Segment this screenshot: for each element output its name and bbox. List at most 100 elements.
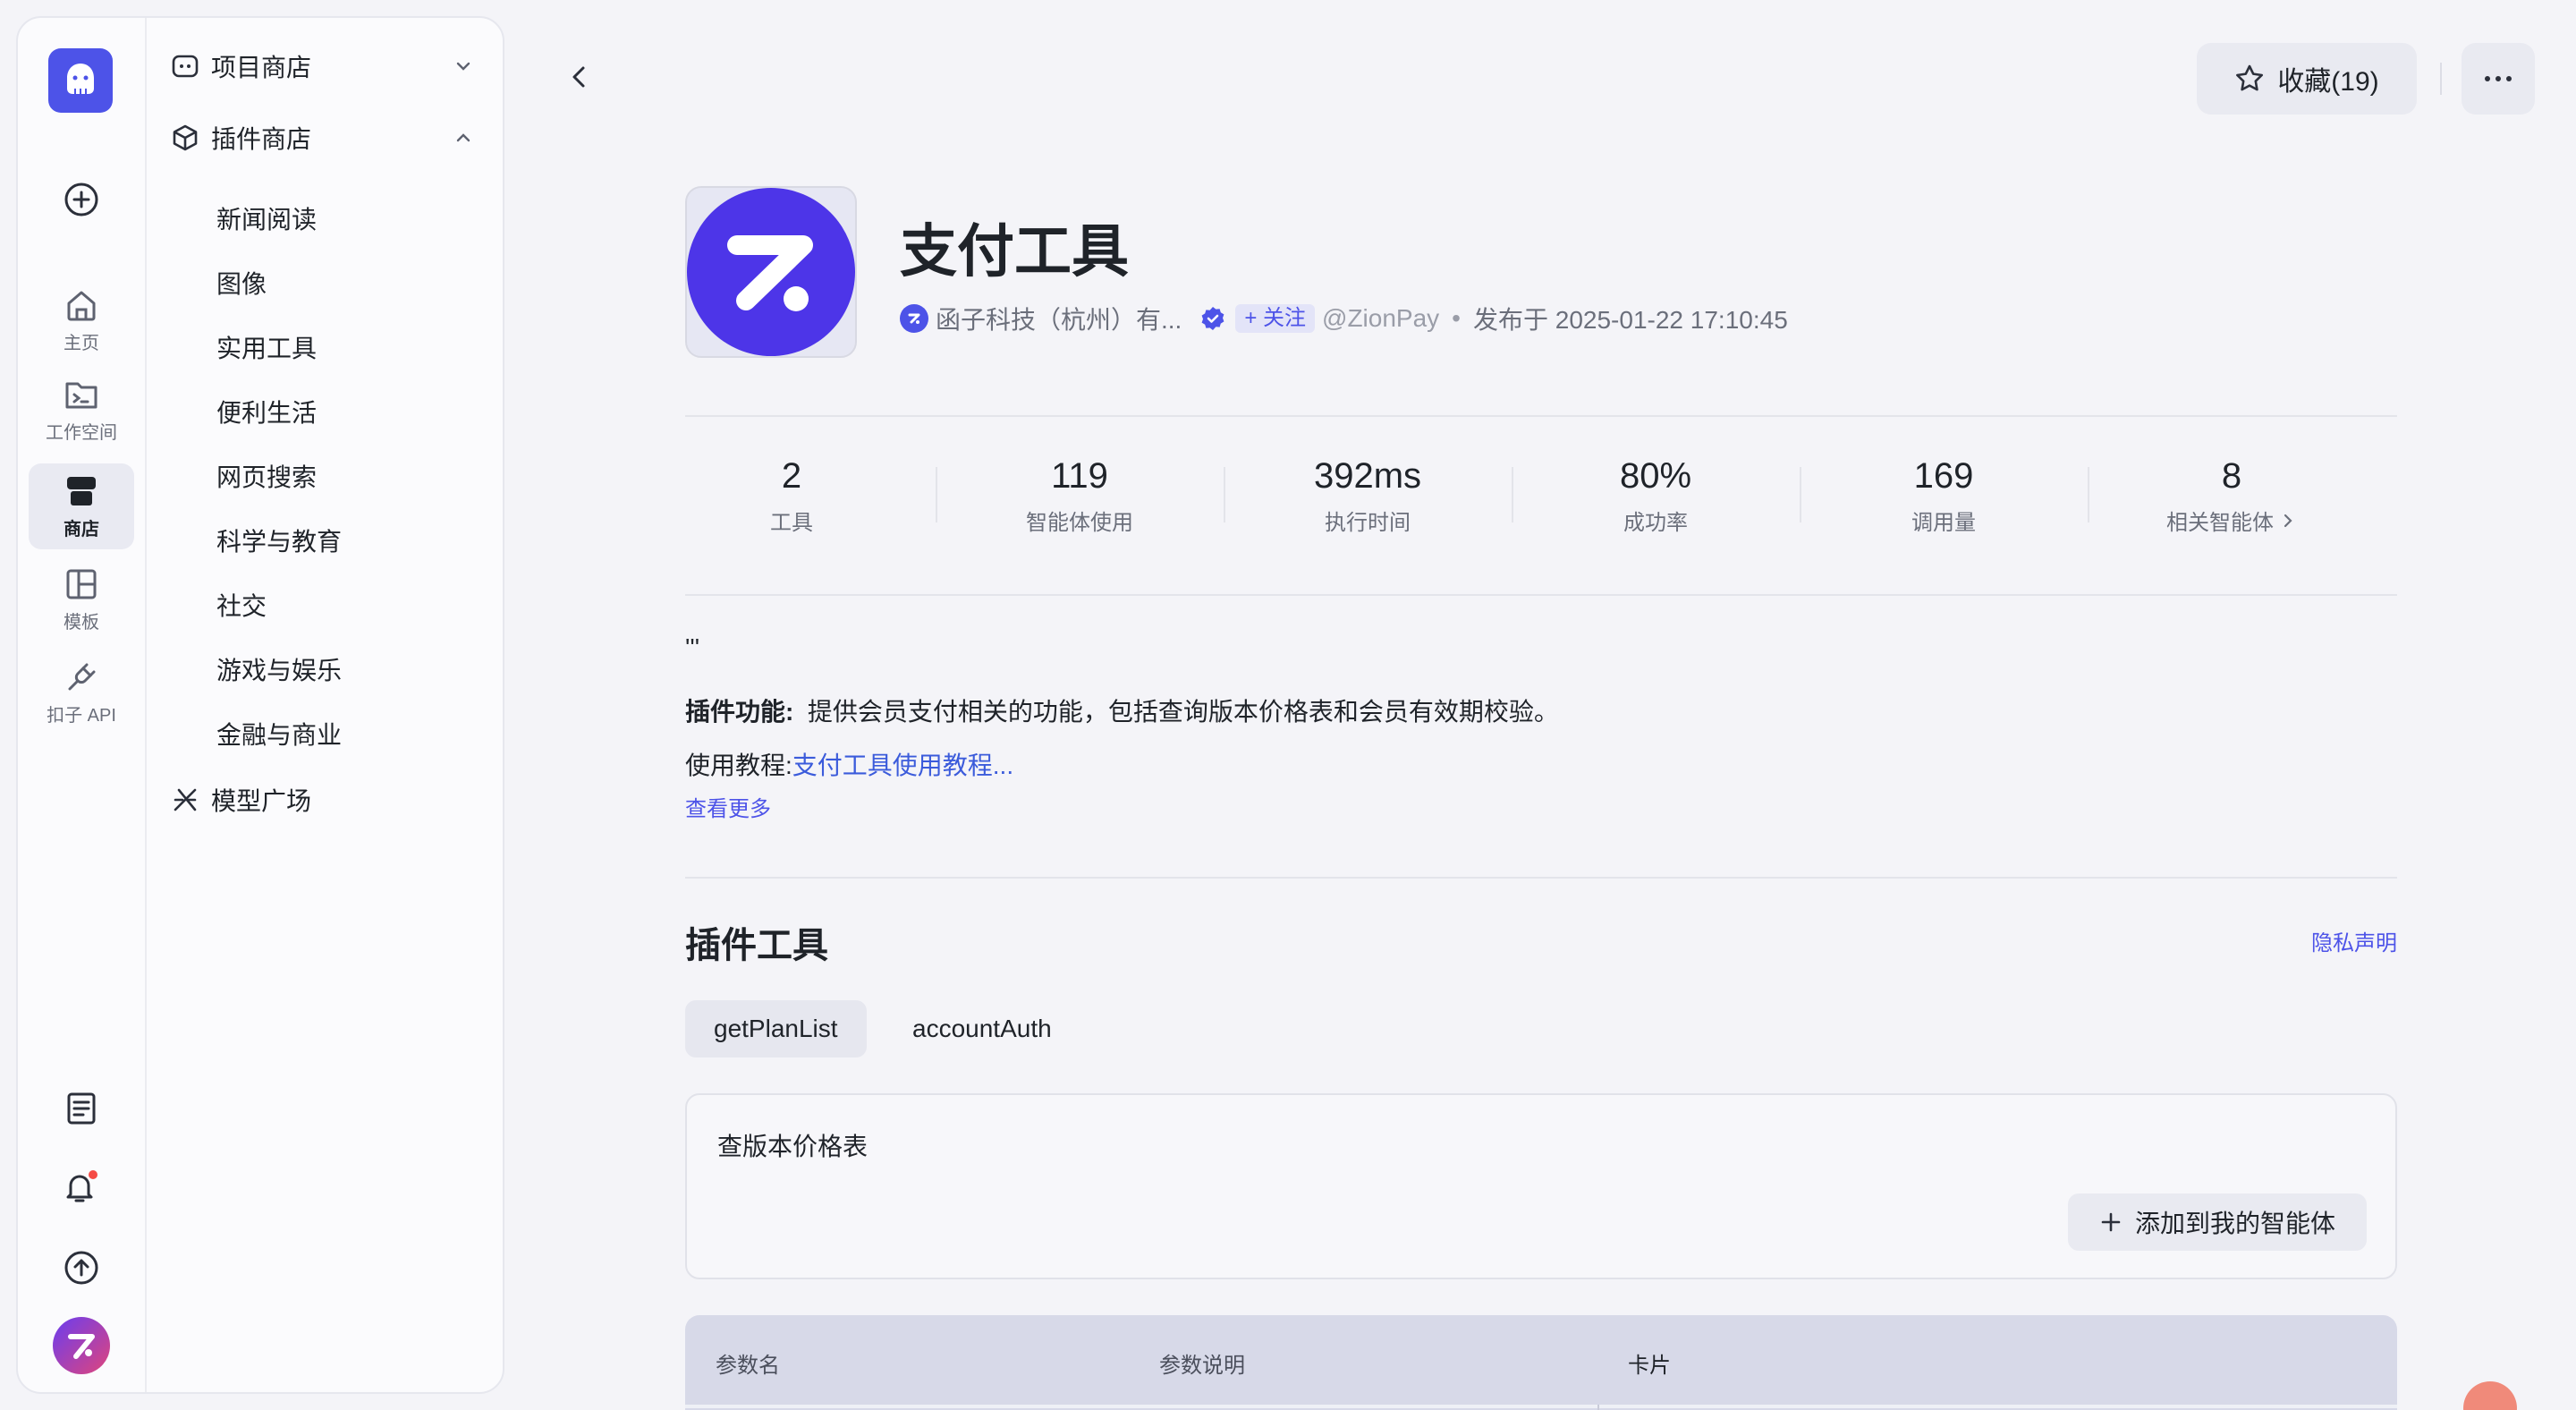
app-logo[interactable] [48, 48, 113, 113]
star-icon [2236, 64, 2264, 91]
rail-item-label: 主页 [64, 333, 99, 353]
stat-value: 392ms [1313, 456, 1422, 496]
column-header-param-desc: 参数说明 [1159, 1354, 1245, 1378]
plugin-icon [685, 186, 857, 358]
avatar-icon [53, 1317, 110, 1374]
divider [685, 877, 2397, 879]
workspace-icon [65, 382, 97, 408]
chevron-down-icon [456, 62, 470, 71]
nav-model-square[interactable]: 模型广场 [170, 778, 474, 821]
see-more-link[interactable]: 查看更多 [685, 791, 771, 822]
stat-call-count: 169 调用量 [1800, 453, 2088, 536]
plugin-title: 支付工具 [900, 219, 1129, 284]
assistant-bot-avatar[interactable] [2463, 1381, 2517, 1410]
rail-item-label: 工作空间 [46, 422, 117, 443]
tools-section-title: 插件工具 [685, 926, 828, 965]
icon-rail: 主页 工作空间 商店 模板 扣子 API [18, 18, 147, 1392]
nav-plugin-store[interactable]: 插件商店 [170, 116, 474, 159]
feature-line: 插件功能: 提供会员支付相关的功能，包括查询版本价格表和会员有效期校验。 [685, 692, 1559, 728]
stat-exec-time: 392ms 执行时间 [1224, 453, 1512, 536]
tutorial-line: 使用教程:支付工具使用教程... [685, 746, 1013, 782]
feature-text: 提供会员支付相关的功能，包括查询版本价格表和会员有效期校验。 [807, 698, 1559, 726]
notifications-button[interactable] [29, 1158, 134, 1217]
rail-item-template[interactable]: 模板 [29, 556, 134, 642]
create-button[interactable] [29, 170, 134, 229]
category-life[interactable]: 便利生活 [216, 395, 317, 431]
column-header-card: 卡片 [1628, 1354, 1671, 1378]
category-finance[interactable]: 金融与商业 [216, 718, 342, 753]
stat-tools: 2 工具 [648, 453, 936, 536]
stat-label: 成功率 [1623, 511, 1688, 535]
column-header-param-name: 参数名 [716, 1354, 780, 1378]
feature-label: 插件功能: [685, 698, 794, 726]
stat-value: 80% [1619, 456, 1692, 496]
plugin-meta: 函子科技（杭州）有... + 关注 @ZionPay • 发布于 2025-01… [900, 301, 1788, 336]
favorite-label: 收藏(19) [2277, 67, 2379, 97]
home-icon [67, 291, 96, 320]
category-games[interactable]: 游戏与娱乐 [216, 653, 342, 689]
zionpay-logo-icon [687, 188, 855, 356]
category-news[interactable]: 新闻阅读 [216, 202, 317, 238]
divider [685, 594, 2397, 596]
category-science[interactable]: 科学与教育 [216, 524, 342, 560]
rail-item-api[interactable]: 扣子 API [29, 650, 134, 735]
add-to-agent-button[interactable]: 添加到我的智能体 [2068, 1193, 2367, 1251]
plus-circle-icon [64, 183, 98, 217]
stat-value: 169 [1913, 456, 1974, 496]
bell-icon [66, 1170, 97, 1202]
table-row-divider [685, 1405, 2397, 1408]
upload-button[interactable] [29, 1238, 134, 1297]
chevron-right-icon [2284, 514, 2292, 527]
publisher-handle: @ZionPay [1322, 304, 1440, 332]
more-icon [2485, 76, 2512, 81]
rail-item-workspace[interactable]: 工作空间 [29, 367, 134, 453]
stat-label: 相关智能体 [2166, 511, 2274, 535]
stat-value: 2 [781, 456, 802, 496]
category-image[interactable]: 图像 [216, 267, 267, 302]
table-column-divider [1597, 1405, 1599, 1410]
add-to-agent-label: 添加到我的智能体 [2134, 1210, 2335, 1237]
favorite-button[interactable]: 收藏(19) [2197, 43, 2417, 115]
tool-card: 查版本价格表 添加到我的智能体 [685, 1093, 2397, 1279]
stat-label: 智能体使用 [1026, 511, 1133, 535]
stat-success-rate: 80% 成功率 [1512, 453, 1800, 536]
publish-date: 发布于 2025-01-22 17:10:45 [1472, 306, 1788, 334]
tutorial-link[interactable]: 支付工具使用教程... [792, 752, 1013, 779]
user-avatar[interactable] [29, 1313, 134, 1378]
rail-item-label: 扣子 API [47, 705, 116, 726]
rail-item-home[interactable]: 主页 [29, 277, 134, 363]
tab-accountauth[interactable]: accountAuth [884, 1000, 1080, 1058]
arrow-up-circle-icon [64, 1251, 98, 1285]
stat-label: 执行时间 [1325, 511, 1411, 535]
docs-button[interactable] [29, 1079, 134, 1138]
stat-value: 119 [1051, 456, 1108, 496]
nav-group-label: 项目商店 [211, 54, 312, 81]
more-button[interactable] [2462, 43, 2535, 115]
category-utilities[interactable]: 实用工具 [216, 331, 317, 367]
privacy-link[interactable]: 隐私声明 [2311, 925, 2397, 956]
publisher-name[interactable]: 函子科技（杭州）有... [936, 301, 1182, 336]
nav-group-label: 插件商店 [211, 125, 312, 153]
plus-icon [2101, 1212, 2121, 1232]
left-navigation: 主页 工作空间 商店 模板 扣子 API 项目商店 插件商店 新闻阅读 图像 实… [16, 16, 504, 1394]
stat-value: 8 [2221, 456, 2242, 496]
rail-item-store[interactable]: 商店 [29, 463, 134, 549]
stat-label: 工具 [770, 511, 813, 535]
params-table: 参数名 参数说明 卡片 [685, 1315, 2397, 1410]
category-social[interactable]: 社交 [216, 589, 267, 624]
tutorial-label: 使用教程: [685, 752, 792, 779]
chevron-up-icon [456, 133, 470, 142]
meta-separator: • [1452, 304, 1461, 332]
back-button[interactable] [564, 61, 596, 93]
category-web-search[interactable]: 网页搜索 [216, 460, 317, 496]
cube-icon [170, 123, 200, 153]
stat-label: 调用量 [1911, 511, 1976, 535]
divider [685, 415, 2397, 417]
app-logo-icon [67, 64, 94, 94]
follow-button[interactable]: + 关注 [1235, 304, 1316, 333]
template-icon [66, 569, 97, 599]
stat-related-agents[interactable]: 8 相关智能体 [2088, 453, 2376, 536]
header-divider [2440, 63, 2442, 95]
tab-getplanlist[interactable]: getPlanList [685, 1000, 867, 1058]
nav-project-store[interactable]: 项目商店 [170, 45, 474, 88]
